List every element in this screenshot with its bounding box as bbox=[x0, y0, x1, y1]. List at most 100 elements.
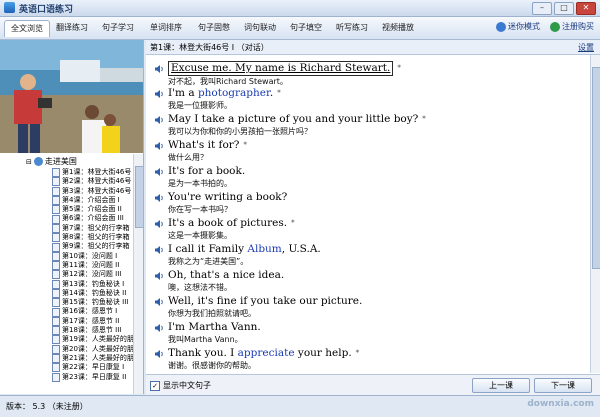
show-chinese-label: 显示中文句子 bbox=[163, 381, 211, 390]
lesson-item[interactable]: 第15课：钓鱼秘诀 III bbox=[52, 298, 134, 308]
speaker-icon[interactable] bbox=[154, 64, 164, 74]
tab-translation[interactable]: 翻译练习 bbox=[50, 20, 94, 36]
tab-full-text[interactable]: 全文浏览 bbox=[4, 20, 50, 37]
tree-root-label: 走进美国 bbox=[44, 157, 77, 166]
lesson-item[interactable]: 第2课：林登大街46号 bbox=[52, 177, 134, 187]
document-icon bbox=[52, 363, 60, 373]
lesson-item[interactable]: 第11课：没问题 II bbox=[52, 261, 134, 271]
settings-link[interactable]: 设置 bbox=[578, 42, 594, 53]
speaker-icon[interactable] bbox=[154, 219, 164, 229]
lesson-label: 第20课：人类最好的朋友 bbox=[62, 344, 134, 353]
sentence-translation: 我称之为“走进美国”。 bbox=[168, 257, 249, 266]
sentence-text[interactable]: It's a book of pictures. bbox=[168, 217, 287, 230]
speaker-icon[interactable] bbox=[154, 167, 164, 177]
document-icon bbox=[52, 168, 60, 178]
lesson-item[interactable]: 第12课：没问题 III bbox=[52, 270, 134, 280]
sentence-text[interactable]: Excuse me. My name is Richard Stewart. bbox=[168, 61, 394, 76]
lesson-label: 第13课：钓鱼秘诀 I bbox=[62, 279, 125, 288]
speaker-icon[interactable] bbox=[154, 115, 164, 125]
speaker-icon[interactable] bbox=[154, 297, 164, 307]
sentence-text[interactable]: I call it Family Album, U.S.A. bbox=[168, 243, 321, 256]
sentence-translation: 这是一本摄影集。 bbox=[168, 231, 232, 240]
tree-scroll-thumb[interactable] bbox=[135, 166, 143, 228]
sentence-text[interactable]: You're writing a book? bbox=[168, 191, 287, 204]
mini-mode-button[interactable]: 迷你模式 bbox=[496, 21, 540, 32]
lesson-item[interactable]: 第8课：祖父的行李箱 bbox=[52, 233, 134, 243]
sentence-translation: 是为一本书拍的。 bbox=[168, 179, 232, 188]
tree-scrollbar[interactable] bbox=[133, 154, 143, 394]
sentence-text[interactable]: What's it for? bbox=[168, 139, 239, 152]
tab-word-link[interactable]: 词句联动 bbox=[238, 20, 282, 36]
sentence-translation: 噢，这想法不错。 bbox=[168, 283, 232, 292]
show-chinese-toggle[interactable]: ✓ 显示中文句子 bbox=[150, 380, 211, 391]
content-scrollbar[interactable] bbox=[590, 55, 600, 373]
lesson-item[interactable]: 第21课：人类最好的朋友 bbox=[52, 354, 134, 364]
close-button[interactable]: ✕ bbox=[576, 2, 596, 15]
document-icon bbox=[52, 372, 60, 382]
lesson-item[interactable]: 第1课：林登大街46号 bbox=[52, 168, 134, 178]
document-icon bbox=[52, 177, 60, 187]
tab-sentence-drill[interactable]: 句子固憋 bbox=[192, 20, 236, 36]
speaker-icon[interactable] bbox=[154, 193, 164, 203]
sentence-text-pre: I'm a bbox=[168, 87, 198, 99]
lesson-item[interactable]: 第17课：感恩节 II bbox=[52, 317, 134, 326]
left-panel: ⊟ 走进美国 第1课：林登大街46号 第2课：林登大街46号 第3课：林登大街4… bbox=[0, 40, 144, 394]
lesson-item[interactable]: 第23课：早日康复 II bbox=[52, 373, 134, 382]
video-frame[interactable] bbox=[0, 40, 143, 153]
tab-video[interactable]: 视频播放 bbox=[376, 20, 420, 36]
speaker-icon[interactable] bbox=[154, 245, 164, 255]
next-lesson-button[interactable]: 下一课 bbox=[534, 378, 592, 393]
sentence-text[interactable]: May I take a picture of you and your lit… bbox=[168, 113, 418, 126]
sentence-translation: 你在写一本书吗？ bbox=[168, 205, 232, 214]
minimize-button[interactable]: – bbox=[532, 2, 552, 15]
speaker-icon[interactable] bbox=[154, 323, 164, 333]
document-icon bbox=[52, 354, 60, 364]
lesson-item[interactable]: 第4课：介绍会面 I bbox=[52, 196, 134, 206]
tree-root[interactable]: ⊟ 走进美国 bbox=[26, 156, 77, 167]
tab-fill-blank[interactable]: 句子填空 bbox=[284, 20, 328, 36]
tab-word-order[interactable]: 单词排序 bbox=[142, 20, 190, 36]
sentence-item: Oh, that's a nice idea. 噢，这想法不错。 bbox=[154, 269, 284, 293]
maximize-button[interactable]: □ bbox=[554, 2, 574, 15]
checkbox-checked-icon[interactable]: ✓ bbox=[150, 380, 160, 391]
speaker-icon[interactable] bbox=[154, 349, 164, 359]
lesson-item[interactable]: 第9课：祖父的行李箱 bbox=[52, 242, 134, 252]
sentence-text[interactable]: Thank you. I appreciate your help. bbox=[168, 347, 352, 360]
tab-dictation[interactable]: 听写练习 bbox=[330, 20, 374, 36]
prev-lesson-button[interactable]: 上一课 bbox=[472, 378, 530, 393]
speaker-icon[interactable] bbox=[154, 89, 164, 99]
speaker-icon[interactable] bbox=[154, 141, 164, 151]
register-button[interactable]: 注册购买 bbox=[550, 21, 594, 32]
sentence-text[interactable]: I'm a photographer. bbox=[168, 87, 273, 100]
bottom-bar: ✓ 显示中文句子 上一课 下一课 bbox=[146, 374, 600, 395]
lesson-item[interactable]: 第18课：感恩节 III bbox=[52, 326, 134, 336]
lesson-item[interactable]: 第3课：林登大街46号 bbox=[52, 187, 134, 196]
lesson-item[interactable]: 第6课：介绍会面 III bbox=[52, 214, 134, 224]
lesson-label: 第19课：人类最好的朋友 bbox=[62, 335, 134, 344]
sentence-item: I call it Family Album, U.S.A. 我称之为“走进美国… bbox=[154, 243, 321, 267]
speaker-icon[interactable] bbox=[154, 271, 164, 281]
sentence-text[interactable]: Well, it's fine if you take our picture. bbox=[168, 295, 362, 308]
lesson-item[interactable]: 第22课：早日康复 I bbox=[52, 363, 134, 373]
lesson-item[interactable]: 第19课：人类最好的朋友 bbox=[52, 335, 134, 345]
lesson-item[interactable]: 第13课：钓鱼秘诀 I bbox=[52, 280, 134, 289]
sentence-text[interactable]: It's for a book. bbox=[168, 165, 245, 178]
sentence-text[interactable]: I'm Martha Vann. bbox=[168, 321, 261, 334]
lesson-list: 第1课：林登大街46号 第2课：林登大街46号 第3课：林登大街46号 第4课：… bbox=[52, 168, 134, 382]
lesson-item[interactable]: 第20课：人类最好的朋友 bbox=[52, 345, 134, 354]
lesson-item[interactable]: 第14课：钓鱼秘诀 II bbox=[52, 289, 134, 298]
sentence-translation: 对不起，我叫Richard Stewart。 bbox=[168, 77, 288, 86]
lesson-label: 第15课：钓鱼秘诀 III bbox=[62, 298, 129, 307]
tab-sentence-study[interactable]: 句子学习 bbox=[96, 20, 140, 36]
sentence-text-post: . bbox=[269, 87, 274, 99]
lesson-item[interactable]: 第7课：祖父的行李箱 bbox=[52, 224, 134, 233]
content-scroll-thumb[interactable] bbox=[592, 67, 600, 269]
status-bar: 版本： 5.3 （未注册） downxia.com bbox=[0, 395, 600, 417]
sentence-text[interactable]: Oh, that's a nice idea. bbox=[168, 269, 284, 282]
keyword: photographer bbox=[197, 87, 270, 99]
lesson-item[interactable]: 第10课：没问题 I bbox=[52, 252, 134, 261]
lesson-item[interactable]: 第5课：介绍会面 II bbox=[52, 205, 134, 215]
lesson-item[interactable]: 第16课：感恩节 I bbox=[52, 307, 134, 317]
lesson-label: 第1课：林登大街46号 bbox=[62, 168, 132, 176]
document-icon bbox=[52, 307, 60, 317]
